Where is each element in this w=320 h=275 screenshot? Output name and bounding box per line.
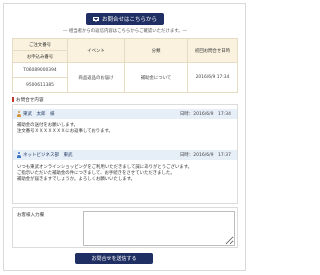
message-header: ネットビジネス部 東武 日時：2016/6/9 17:37 (13, 150, 237, 160)
reply-note: ― 相当者からの返信内容はこちらからご確認いただけます。― (63, 29, 187, 34)
history-section-title: お問合せ内容 (12, 97, 44, 103)
inquiry-summary-table: ご注文番号 イベント 分類 初回お問合せ日時 お申込み番号 T060890003… (12, 38, 238, 93)
inquiry-button-label: お問合せはこちらから (101, 17, 157, 23)
staff-icon (16, 152, 21, 158)
cell-event: 商品返品のお届け (67, 62, 125, 93)
customer-input-field[interactable] (83, 211, 235, 246)
cell-apply-no: 9500611385 (12, 77, 68, 93)
header-order-no: ご注文番号 (12, 38, 68, 51)
message-datetime: 日時：2016/6/9 17:37 (179, 153, 231, 158)
customer-input-section: お客様入力欄 (12, 207, 238, 248)
cell-category: 補助金について (124, 62, 188, 93)
message-line: 注文番号ＸＸＸＸＸＸＸにお返事しております。 (17, 129, 113, 134)
message-line: 補助金が届きますでしょうか。よろしくお願いいたします。 (17, 177, 136, 182)
header-apply-no: お申込み番号 (12, 50, 68, 63)
message-datetime: 日時：2016/6/9 17:34 (179, 112, 231, 117)
mail-icon (92, 17, 99, 21)
message-body: 補助金の送付をお願いします。 注文番号ＸＸＸＸＸＸＸにお返事しております。 (17, 123, 233, 135)
message-author: ネットビジネス部 東武 (23, 153, 73, 158)
message-history: 東武 太郎 様 日時：2016/6/9 17:34 補助金の送付をお願いします。… (12, 104, 238, 204)
header-initial-date: 初回お問合せ日時 (187, 38, 238, 63)
cell-order-no: T06089000394 (12, 62, 68, 78)
message-author: 東武 太郎 様 (23, 112, 55, 117)
header-category: 分類 (124, 38, 188, 63)
message-header: 東武 太郎 様 日時：2016/6/9 17:34 (13, 109, 237, 119)
header-event: イベント (67, 38, 125, 63)
customer-input-label: お客様入力欄 (17, 213, 44, 218)
cell-initial-date: 2016/6/9 17:34 (187, 62, 238, 93)
inquiry-button[interactable]: お問合せはこちらから (86, 13, 164, 25)
submit-button[interactable]: お問合せを送信する (75, 253, 153, 264)
message-body: いつも東武オンラインショッピングをご利用いただきまして誠にありがとうございます。… (17, 165, 233, 183)
customer-icon (16, 111, 21, 117)
